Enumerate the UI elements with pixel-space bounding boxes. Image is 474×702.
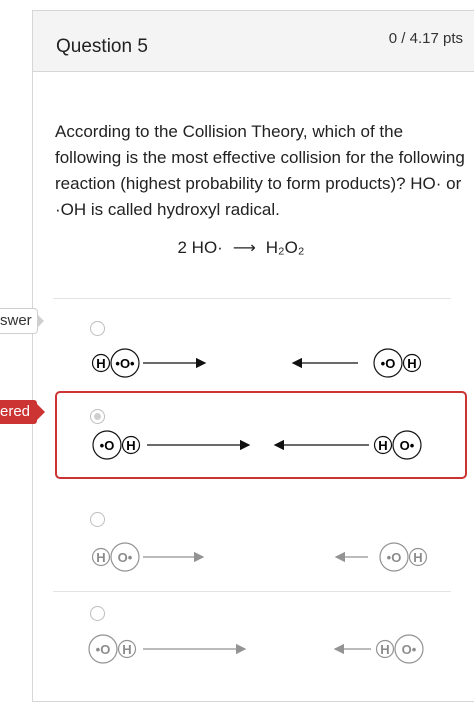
atom-label: •O• (115, 356, 135, 371)
divider (53, 298, 451, 299)
reaction-equation: 2 HO· ⟶ H₂O₂ (33, 238, 449, 258)
atom-label: H (378, 438, 387, 453)
collision-diagram-3: H O• •O H (91, 542, 428, 572)
collision-diagram-4: •O H H O• (88, 634, 424, 664)
question-card: Question 5 0 / 4.17 pts According to the… (32, 10, 474, 702)
atom-label: O• (402, 642, 417, 657)
atom-label: H (122, 642, 131, 657)
atom-label: H (96, 356, 105, 371)
equation-reactant: 2 HO· (177, 238, 223, 257)
atom-label: H (413, 550, 422, 565)
atom-label: O• (118, 550, 133, 565)
answer-option-1[interactable]: H •O• •O H (53, 311, 453, 395)
atom-label: •O (381, 356, 396, 371)
answer-option-4[interactable]: •O H H O• (53, 596, 453, 680)
atom-label: H (380, 642, 389, 657)
answer-option-2[interactable]: •O H H O• (55, 391, 467, 479)
atom-label: H (126, 438, 135, 453)
atom-label: H (96, 550, 105, 565)
atom-label: •O (387, 550, 402, 565)
question-points: 0 / 4.17 pts (388, 30, 463, 47)
atom-label: •O (96, 642, 111, 657)
atom-label: •O (100, 438, 115, 453)
side-tab-you-answered: ered (0, 400, 45, 424)
collision-diagram-2: •O H H O• (92, 430, 422, 460)
atom-label: H (407, 356, 416, 371)
question-header: Question 5 0 / 4.17 pts (33, 11, 474, 72)
question-prompt: According to the Collision Theory, which… (55, 122, 465, 219)
equation-arrow: ⟶ (232, 238, 256, 257)
side-tab-correct-answer: swer (0, 308, 44, 334)
question-title: Question 5 (56, 36, 148, 57)
collision-diagram-1: H •O• •O H (91, 348, 422, 378)
atom-label: O• (400, 438, 415, 453)
answer-option-3[interactable]: H O• •O H (53, 501, 453, 585)
equation-product: H₂O₂ (265, 238, 305, 257)
divider (53, 591, 451, 592)
